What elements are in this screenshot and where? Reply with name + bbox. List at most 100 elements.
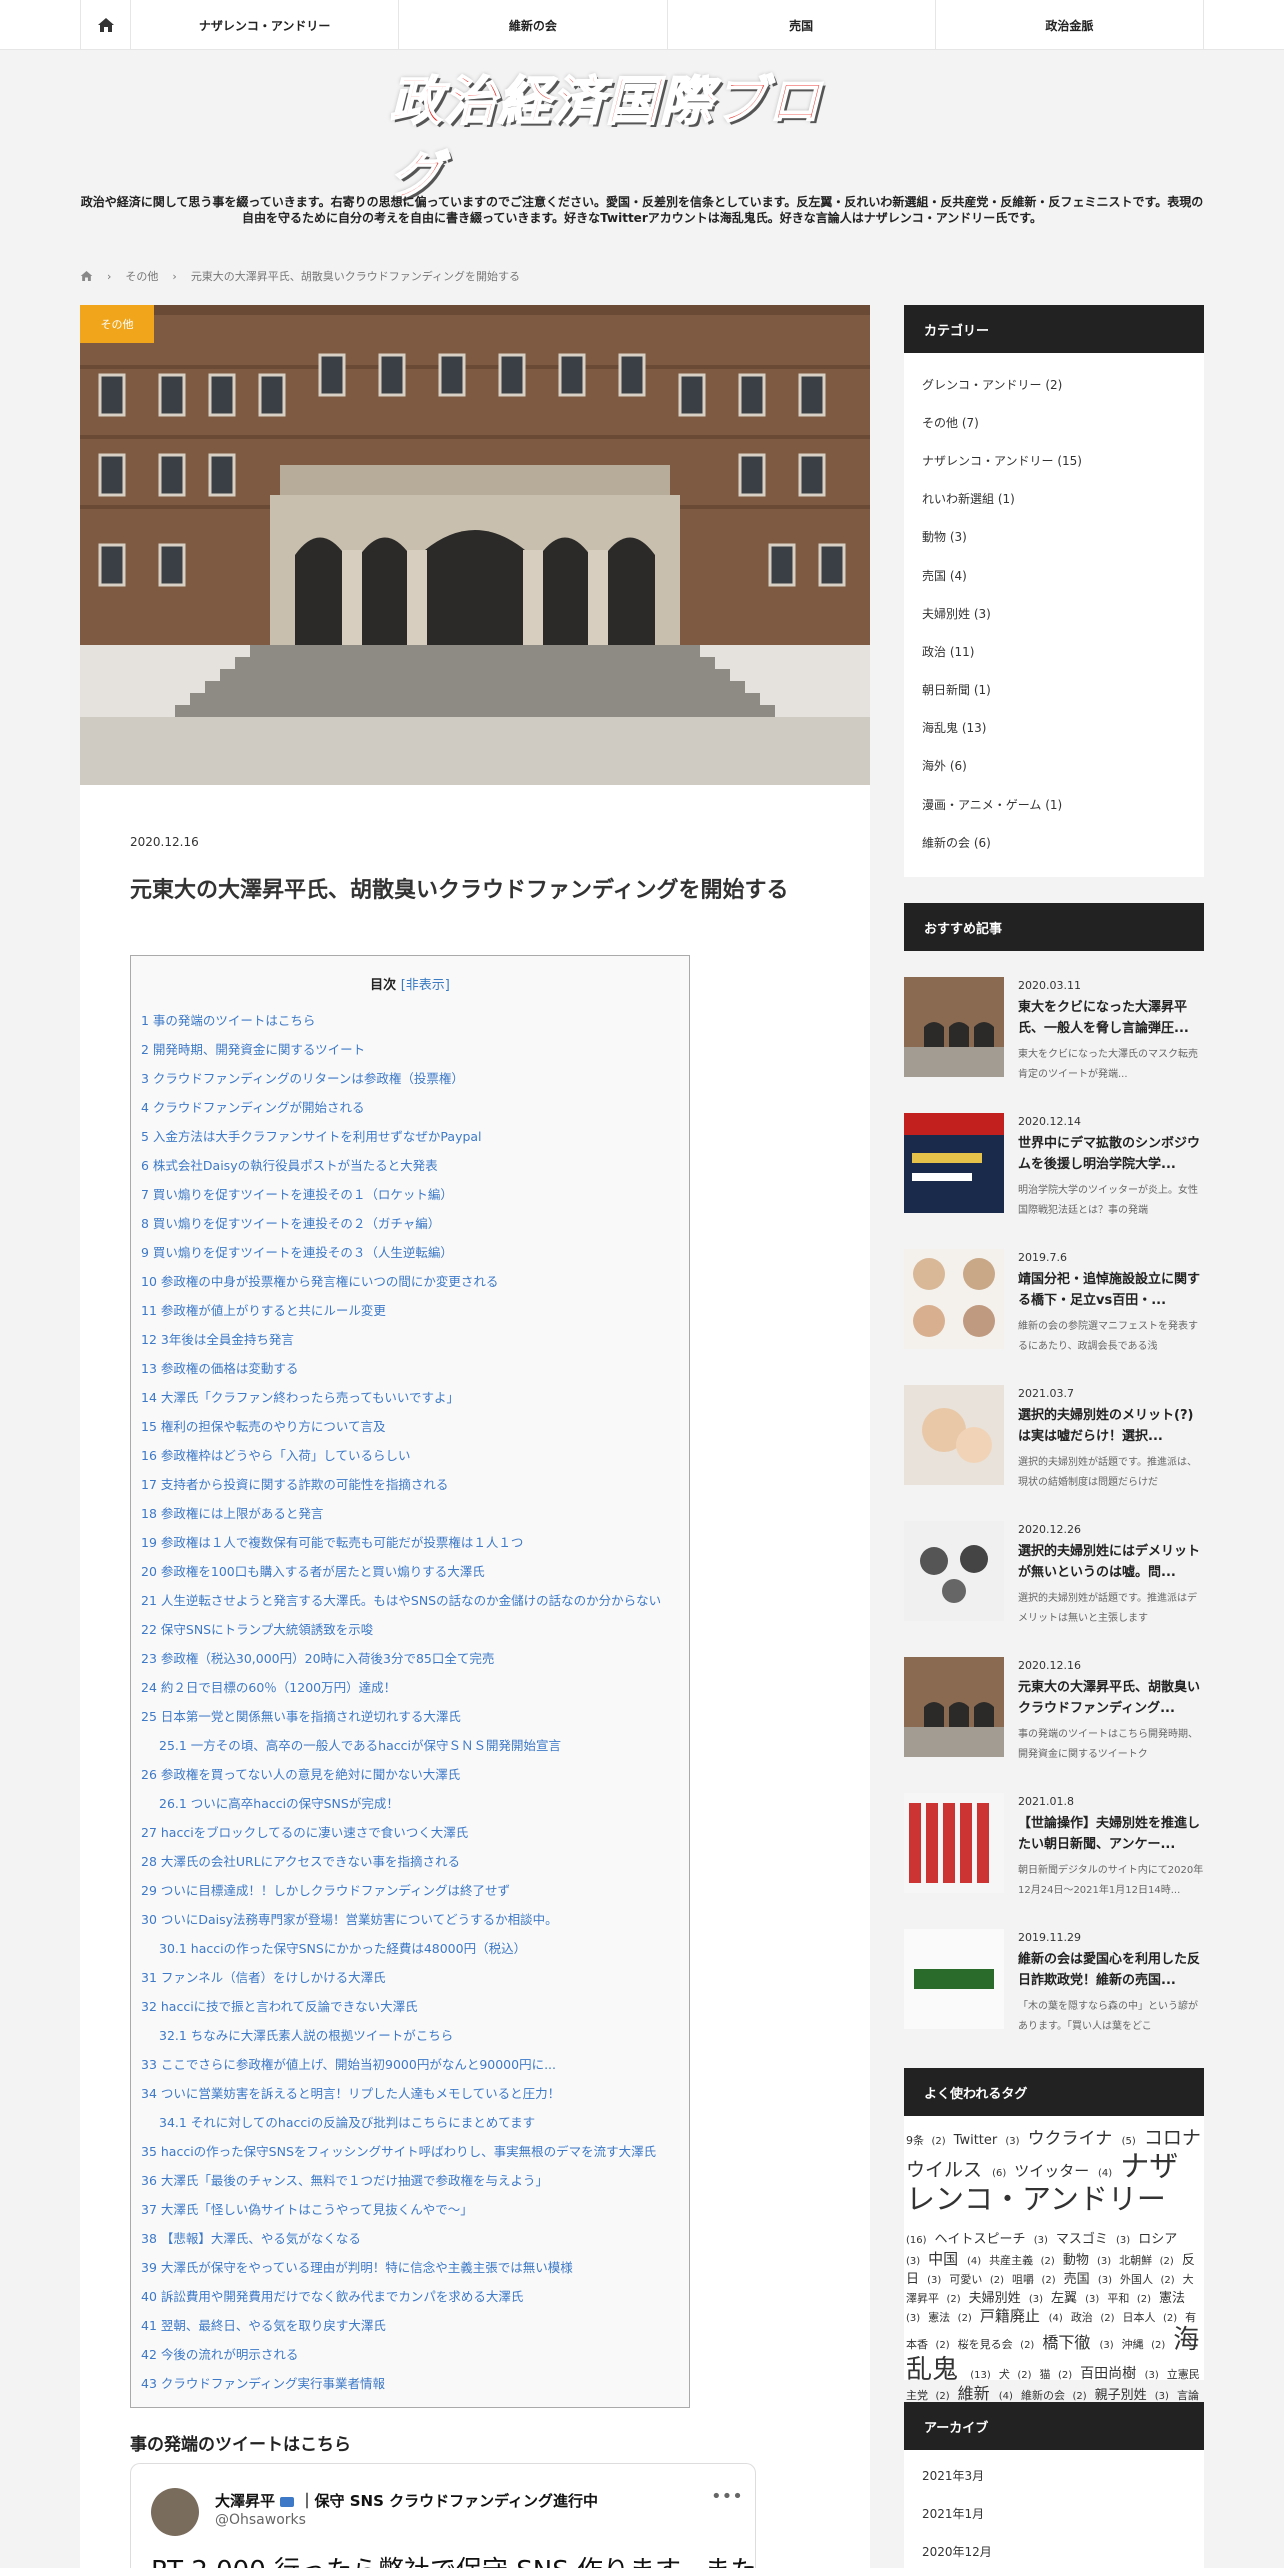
toc-item[interactable]: 14 大澤氏「クラファン終わったら売ってもいいですよ」 [141, 1383, 686, 1412]
nav-item-andrii[interactable]: ナザレンコ・アンドリー [131, 0, 400, 50]
toc-item[interactable]: 21 人生逆転させようと発言する大澤氏。もはやSNSの話なのか金儲けの話なのか分… [141, 1586, 686, 1615]
tag-link[interactable]: 夫婦別姓 (3) [969, 2291, 1047, 2306]
toc-item[interactable]: 20 参政権を100口も購入する者が居たと買い煽りする大澤氏 [141, 1557, 686, 1586]
article-thumbnail[interactable] [904, 1249, 1004, 1349]
tag-link[interactable]: 動物 (3) [1063, 2253, 1115, 2268]
toc-item[interactable]: 10 参政権の中身が投票権から発言権にいつの間にか変更される [141, 1267, 686, 1296]
toc-item[interactable]: 28 大澤氏の会社URLにアクセスできない事を指摘される [141, 1847, 686, 1876]
recommended-title[interactable]: 維新の会は愛国心を利用した反日詐欺政党！維新の売国... [1018, 1949, 1204, 1991]
toc-item[interactable]: 1 事の発端のツイートはこちら [141, 1006, 686, 1035]
recommended-title[interactable]: 元東大の大澤昇平氏、胡散臭いクラウドファンディング... [1018, 1677, 1204, 1719]
toc-item[interactable]: 37 大澤氏「怪しい偽サイトはこうやって見抜くんやで～」 [141, 2195, 686, 2224]
tag-link[interactable]: 共産主義 (2) [989, 2254, 1059, 2267]
tag-link[interactable]: 維新の会 (2) [1021, 2389, 1091, 2403]
tag-link[interactable]: 戸籍廃止 (4) [980, 2307, 1067, 2325]
toc-item[interactable]: 32.1 ちなみに大澤氏素人説の根拠ツイートがこちら [141, 2021, 686, 2050]
tag-link[interactable]: 外国人 (2) [1120, 2273, 1179, 2286]
tag-link[interactable]: 維新 (4) [958, 2384, 1017, 2403]
recommended-title[interactable]: 世界中にデマ拡散のシンボジウムを後援し明治学院大学... [1018, 1133, 1204, 1175]
category-item[interactable]: 動物 (3) [904, 518, 1204, 556]
article-thumbnail[interactable] [904, 1385, 1004, 1485]
archive-item[interactable]: 2021年3月 [904, 2456, 1204, 2494]
recommended-title[interactable]: 選択的夫婦別姓にはデメリットが無いというのは嘘。問... [1018, 1541, 1204, 1583]
article-thumbnail[interactable] [904, 1521, 1004, 1621]
toc-toggle[interactable]: [非表示] [401, 978, 450, 993]
toc-item[interactable]: 22 保守SNSにトランプ大統領誘致を示唆 [141, 1615, 686, 1644]
recommended-article[interactable]: 2020.03.11 東大をクビになった大澤昇平氏、一般人を脅し言論弾圧... 東大… [904, 977, 1204, 1097]
avatar[interactable] [151, 2488, 199, 2536]
toc-item[interactable]: 29 ついに目標達成！！しかしクラウドファンディングは終了せず [141, 1876, 686, 1905]
toc-item[interactable]: 25 日本第一党と関係無い事を指摘され逆切れする大澤氏 [141, 1702, 686, 1731]
recommended-article[interactable]: 2020.12.16 元東大の大澤昇平氏、胡散臭いクラウドファンディング... 事の… [904, 1657, 1204, 1777]
tag-link[interactable]: 平和 (2) [1107, 2292, 1155, 2305]
tag-link[interactable]: 憲法 (2) [928, 2311, 976, 2324]
tag-link[interactable]: 犬 (2) [999, 2368, 1036, 2381]
embedded-tweet[interactable]: 大澤昇平 ｜保守 SNS クラウドファンディング進行中 @Ohsaworks •… [130, 2463, 756, 2568]
tag-link[interactable]: 売国 (3) [1064, 2272, 1116, 2287]
toc-item[interactable]: 2 開発時期、開発資金に関するツイート [141, 1035, 686, 1064]
tag-link[interactable]: 日本人 (2) [1122, 2311, 1181, 2324]
tag-link[interactable]: 桜を見る会 (2) [958, 2338, 1039, 2351]
breadcrumb-category[interactable]: その他 [125, 268, 158, 284]
tag-link[interactable]: 政治 (2) [1071, 2311, 1119, 2324]
tag-link[interactable]: 中国 (4) [928, 2250, 985, 2268]
toc-item[interactable]: 41 翌朝、最終日、やる気を取り戻す大澤氏 [141, 2311, 686, 2340]
toc-item[interactable]: 26 参政権を買ってない人の意見を絶対に聞かない大澤氏 [141, 1760, 686, 1789]
article-thumbnail[interactable] [904, 1113, 1004, 1213]
recommended-article[interactable]: 2020.12.14 世界中にデマ拡散のシンボジウムを後援し明治学院大学... 明治… [904, 1113, 1204, 1233]
category-item[interactable]: ナザレンコ・アンドリー (15) [904, 441, 1204, 479]
toc-item[interactable]: 30 ついにDaisy法務専門家が登場！営業妨害についてどうするか相談中。 [141, 1905, 686, 1934]
tag-link[interactable]: 咀嚼 (2) [1012, 2273, 1060, 2286]
tag-link[interactable]: 9条 (2) [906, 2134, 950, 2147]
toc-item[interactable]: 26.1 ついに高卒hacciの保守SNSが完成！ [141, 1789, 686, 1818]
site-logo[interactable]: 政治経済国際ブログ [389, 71, 840, 208]
home-icon[interactable] [80, 270, 93, 282]
toc-item[interactable]: 23 参政権（税込30,000円）20時に入荷後3分で85口全て完売 [141, 1644, 686, 1673]
nav-item-seiji-kinmyaku[interactable]: 政治金脈 [936, 0, 1204, 50]
tag-link[interactable]: 百田尚樹 (3) [1080, 2366, 1163, 2382]
article-thumbnail[interactable] [904, 1929, 1004, 2029]
toc-item[interactable]: 38 【悲報】大澤氏、やる気がなくなる [141, 2224, 686, 2253]
home-nav-button[interactable] [81, 0, 131, 50]
tag-link[interactable]: ヘイトスピーチ (3) [935, 2232, 1052, 2247]
toc-item[interactable]: 6 株式会社Daisyの執行役員ポストが当たると大発表 [141, 1151, 686, 1180]
toc-item[interactable]: 9 買い煽りを促すツイートを連投その３（人生逆転編） [141, 1238, 686, 1267]
toc-item[interactable]: 15 権利の担保や転売のやり方について言及 [141, 1412, 686, 1441]
toc-item[interactable]: 35 hacciの作った保守SNSをフィッシングサイト呼ばわりし、事実無根のデマ… [141, 2137, 686, 2166]
tag-link[interactable]: 北朝鮮 (2) [1119, 2254, 1178, 2267]
recommended-title[interactable]: 東大をクビになった大澤昇平氏、一般人を脅し言論弾圧... [1018, 997, 1204, 1039]
toc-item[interactable]: 27 hacciをブロックしてるのに凄い速さで食いつく大澤氏 [141, 1818, 686, 1847]
toc-item[interactable]: 36 大澤氏「最後のチャンス、無料で１つだけ抽選で参政権を与えよう」 [141, 2166, 686, 2195]
recommended-title[interactable]: 靖国分祀・追悼施設設立に関する橋下・足立vs百田・... [1018, 1269, 1204, 1311]
category-item[interactable]: 売国 (4) [904, 556, 1204, 594]
toc-item[interactable]: 42 今後の流れが明示される [141, 2340, 686, 2369]
toc-item[interactable]: 3 クラウドファンディングのリターンは参政権（投票権） [141, 1064, 686, 1093]
toc-item[interactable]: 43 クラウドファンディング実行事業者情報 [141, 2369, 686, 2398]
toc-item[interactable]: 11 参政権が値上がりすると共にルール変更 [141, 1296, 686, 1325]
tag-link[interactable]: 左翼 (3) [1051, 2291, 1103, 2306]
toc-item[interactable]: 17 支持者から投資に関する詐欺の可能性を指摘される [141, 1470, 686, 1499]
toc-item[interactable]: 30.1 hacciの作った保守SNSにかかった経費は48000円（税込） [141, 1934, 686, 1963]
archive-item[interactable]: 2020年12月 [904, 2532, 1204, 2568]
toc-item[interactable]: 4 クラウドファンディングが開始される [141, 1093, 686, 1122]
toc-item[interactable]: 18 参政権には上限があると発言 [141, 1499, 686, 1528]
toc-item[interactable]: 33 ここでさらに参政権が値上げ、開始当初9000円がなんと90000円に... [141, 2050, 686, 2079]
tag-link[interactable]: マスゴミ (3) [1056, 2232, 1134, 2247]
recommended-title[interactable]: 選択的夫婦別姓のメリット(?)は実は嘘だらけ！選択... [1018, 1405, 1204, 1447]
tweet-author-name[interactable]: 大澤昇平 ｜保守 SNS クラウドファンディング進行中 [215, 2490, 598, 2511]
category-item[interactable]: 海外 (6) [904, 747, 1204, 785]
toc-item[interactable]: 13 参政権の価格は変動する [141, 1354, 686, 1383]
article-thumbnail[interactable] [904, 1657, 1004, 1757]
article-thumbnail[interactable] [904, 977, 1004, 1077]
recommended-article[interactable]: 2020.12.26 選択的夫婦別姓にはデメリットが無いというのは嘘。問... 選択… [904, 1521, 1204, 1641]
recommended-article[interactable]: 2021.03.7 選択的夫婦別姓のメリット(?)は実は嘘だらけ！選択... 選択的… [904, 1385, 1204, 1505]
tag-link[interactable]: ウクライナ (5) [1028, 2129, 1140, 2149]
toc-item[interactable]: 25.1 一方その頃、高卒の一般人であるhacciが保守ＳＮＳ開発開始宣言 [141, 1731, 686, 1760]
category-badge[interactable]: その他 [80, 305, 154, 343]
toc-item[interactable]: 40 訴訟費用や開発費用だけでなく飲み代までカンパを求める大澤氏 [141, 2282, 686, 2311]
toc-item[interactable]: 8 買い煽りを促すツイートを連投その２（ガチャ編） [141, 1209, 686, 1238]
toc-item[interactable]: 32 hacciに技で振と言われて反論できない大澤氏 [141, 1992, 686, 2021]
tag-link[interactable]: Twitter (3) [954, 2133, 1024, 2148]
toc-item[interactable]: 31 ファンネル（信者）をけしかける大澤氏 [141, 1963, 686, 1992]
toc-item[interactable]: 34.1 それに対してのhacciの反論及び批判はこちらにまとめてます [141, 2108, 686, 2137]
